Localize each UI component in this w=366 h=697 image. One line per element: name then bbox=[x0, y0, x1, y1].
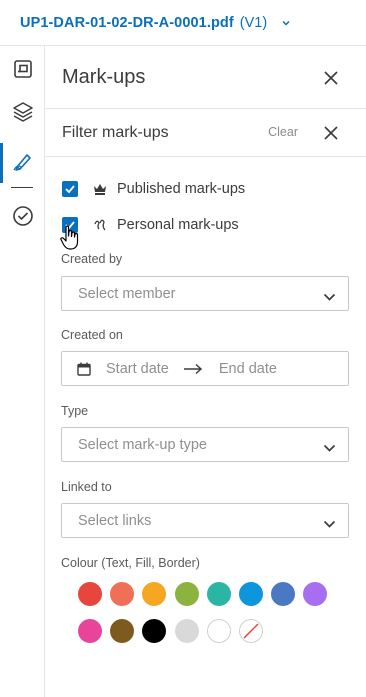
colour-swatch[interactable] bbox=[78, 582, 102, 606]
no-colour-swatch[interactable] bbox=[239, 619, 263, 643]
published-checkbox[interactable] bbox=[62, 181, 78, 197]
colour-swatch[interactable] bbox=[206, 582, 231, 606]
type-label: Type bbox=[61, 404, 89, 418]
colour-swatch[interactable] bbox=[142, 582, 167, 606]
markups-panel: Mark-ups Filter mark-ups Clear Published… bbox=[45, 46, 366, 697]
panel-title: Mark-ups bbox=[62, 65, 146, 88]
date-range-field[interactable]: Start date End date bbox=[61, 351, 349, 386]
chevron-down-icon bbox=[323, 516, 336, 528]
colour-swatch[interactable] bbox=[174, 582, 199, 606]
check-circle-icon bbox=[12, 205, 34, 232]
markup-pen-icon bbox=[12, 150, 34, 177]
colour-swatch[interactable] bbox=[110, 582, 135, 606]
colour-swatch[interactable] bbox=[303, 582, 328, 606]
colour-swatch[interactable] bbox=[78, 619, 102, 643]
issues-button[interactable] bbox=[0, 200, 45, 236]
start-date-input[interactable]: Start date bbox=[106, 361, 169, 377]
linked-to-label: Linked to bbox=[61, 480, 112, 494]
colour-label: Colour (Text, Fill, Border) bbox=[61, 556, 200, 570]
panel-header: Mark-ups bbox=[45, 46, 366, 109]
published-label: Published mark-ups bbox=[117, 181, 246, 197]
colour-swatch[interactable] bbox=[110, 619, 135, 643]
personal-label: Personal mark-ups bbox=[117, 217, 239, 233]
chevron-down-icon bbox=[323, 440, 336, 452]
chevron-down-icon bbox=[323, 289, 336, 301]
colour-swatch[interactable] bbox=[174, 619, 199, 643]
file-version[interactable]: (V1) bbox=[240, 15, 267, 31]
end-date-input[interactable]: End date bbox=[219, 361, 277, 377]
created-on-label: Created on bbox=[61, 328, 123, 342]
linked-to-placeholder: Select links bbox=[78, 512, 152, 529]
colour-swatch[interactable] bbox=[206, 619, 231, 643]
rail-divider bbox=[11, 187, 33, 188]
calendar-icon bbox=[77, 362, 91, 376]
crown-icon bbox=[92, 181, 108, 197]
chevron-down-icon[interactable] bbox=[281, 18, 291, 28]
sheet-button[interactable] bbox=[0, 53, 45, 89]
file-name[interactable]: UP1-DAR-01-02-DR-A-0001.pdf bbox=[20, 15, 234, 31]
created-by-placeholder: Select member bbox=[78, 285, 176, 302]
clear-button[interactable]: Clear bbox=[268, 125, 298, 139]
layers-icon bbox=[12, 101, 34, 128]
arrow-right-icon bbox=[183, 363, 203, 375]
markup-button[interactable] bbox=[0, 145, 45, 181]
filter-header: Filter mark-ups Clear bbox=[45, 109, 366, 157]
created-by-label: Created by bbox=[61, 252, 123, 266]
colour-swatch[interactable] bbox=[142, 619, 167, 643]
type-select[interactable]: Select mark-up type bbox=[61, 427, 349, 462]
personal-filter[interactable]: Personal mark-ups bbox=[62, 215, 239, 235]
document-header: UP1-DAR-01-02-DR-A-0001.pdf (V1) bbox=[0, 0, 366, 46]
filter-title: Filter mark-ups bbox=[62, 123, 169, 141]
created-by-select[interactable]: Select member bbox=[61, 276, 349, 311]
colour-swatch[interactable] bbox=[271, 582, 296, 606]
close-icon[interactable] bbox=[323, 125, 339, 141]
linked-to-select[interactable]: Select links bbox=[61, 503, 349, 538]
tool-rail bbox=[0, 46, 45, 697]
hand-cursor-icon bbox=[60, 225, 82, 251]
squiggle-icon bbox=[92, 217, 108, 233]
colour-swatch[interactable] bbox=[239, 582, 263, 606]
sheet-icon bbox=[13, 59, 33, 84]
published-filter[interactable]: Published mark-ups bbox=[62, 179, 245, 199]
close-icon[interactable] bbox=[323, 70, 339, 86]
layers-button[interactable] bbox=[0, 96, 45, 132]
type-placeholder: Select mark-up type bbox=[78, 436, 207, 453]
